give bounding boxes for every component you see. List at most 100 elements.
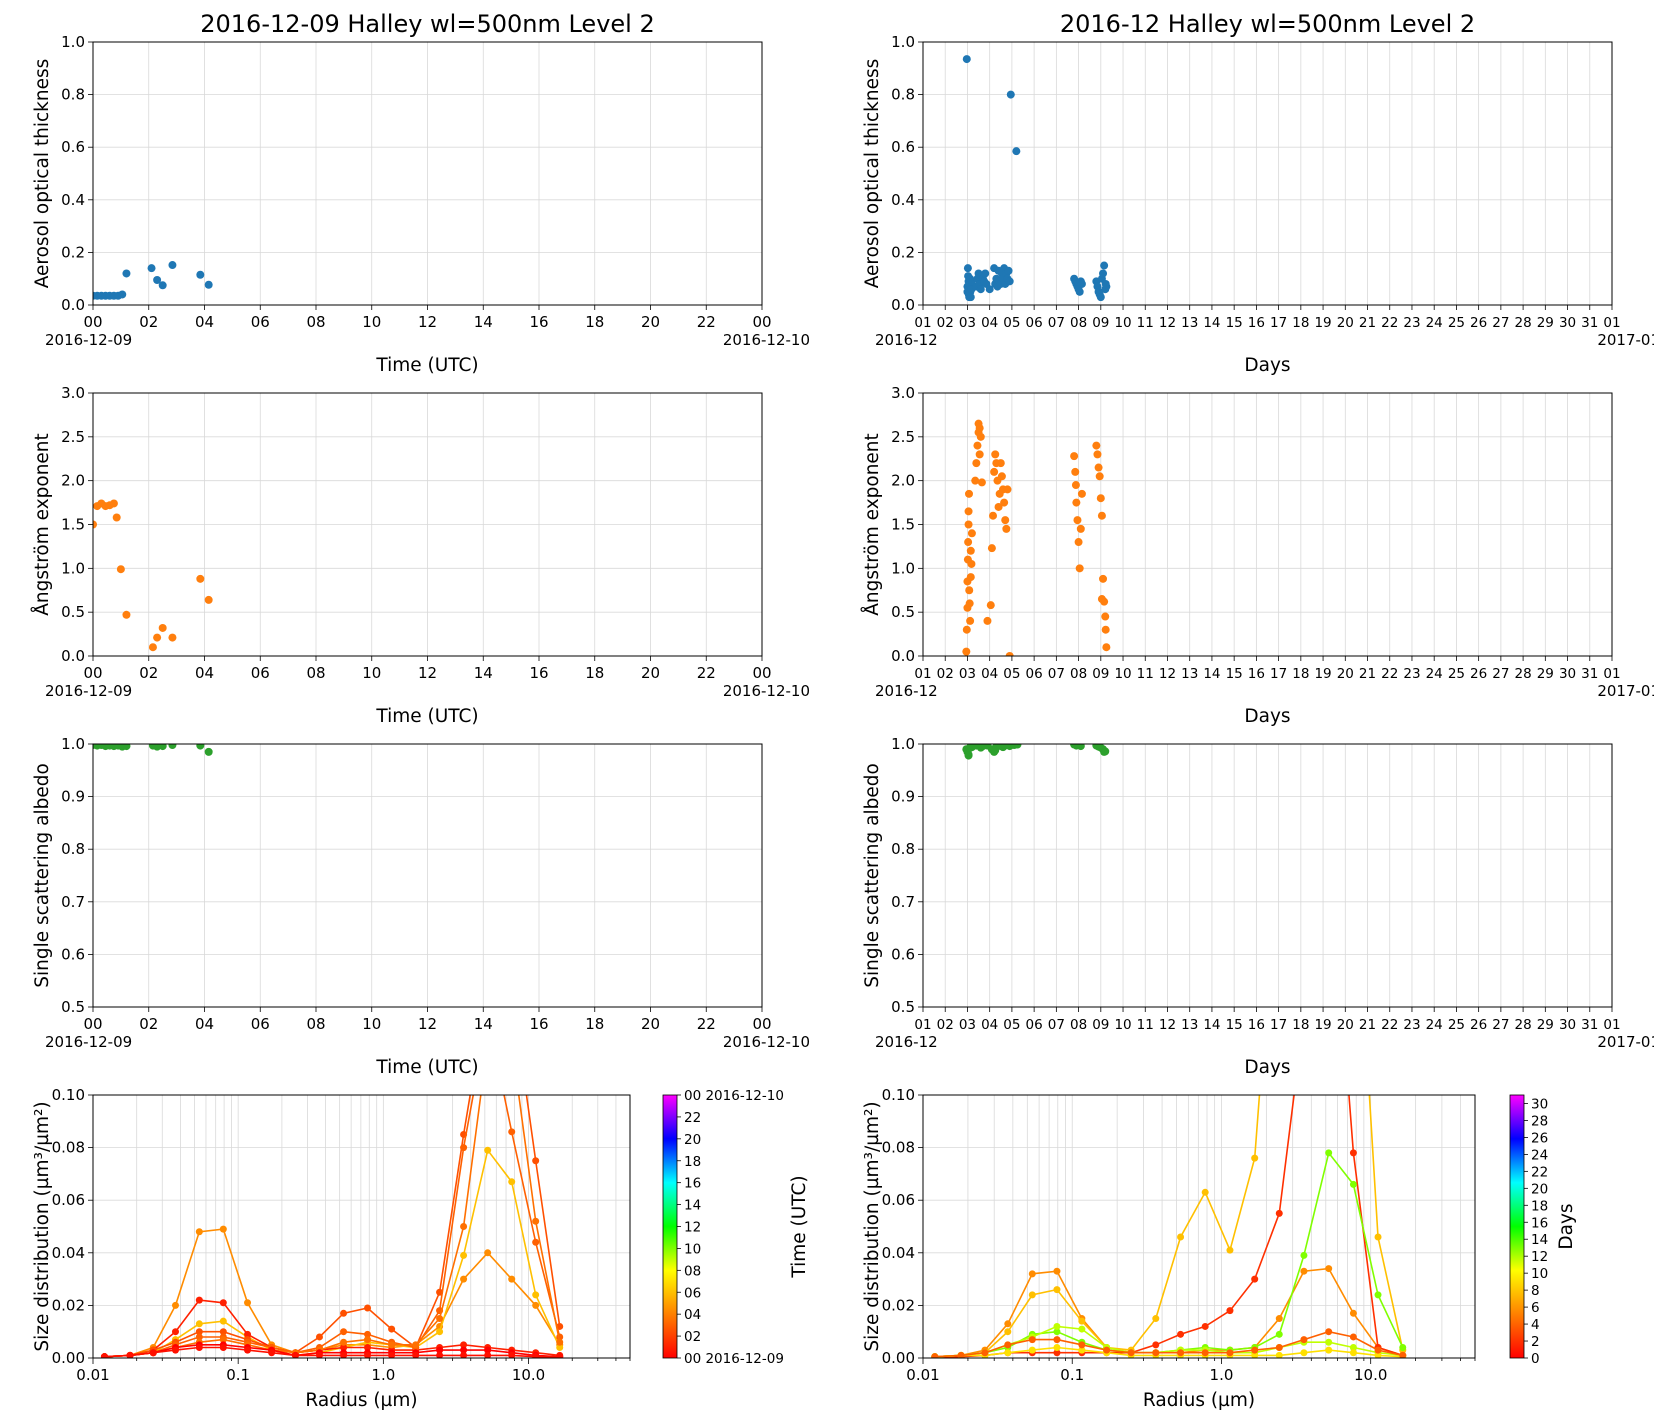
chart-title: 2016-12 Halley wl=500nm Level 2 — [1060, 10, 1475, 38]
colorbar-tick-label: 24 — [1531, 1147, 1548, 1163]
series-point — [1177, 1349, 1185, 1357]
colorbar-tick-label: 04 — [684, 1307, 701, 1323]
x-tick-label: 07 — [1048, 666, 1065, 682]
colorbar-right-psd: 024681012141618202224262830Days — [1509, 1094, 1577, 1367]
y-tick-label: 0.9 — [61, 788, 85, 806]
x-tick-label: 21 — [1359, 666, 1376, 682]
data-point — [990, 467, 999, 476]
series-point — [1399, 1343, 1407, 1351]
colorbar-bar — [1509, 1094, 1525, 1359]
x-tick-label: 01 — [914, 1017, 931, 1033]
data-point — [1071, 467, 1080, 476]
data-point — [976, 432, 985, 441]
x-tick-label: 02 — [937, 315, 954, 331]
series-point — [1152, 1315, 1160, 1323]
data-point — [1096, 494, 1105, 503]
x-tick-label: 08 — [306, 664, 325, 682]
x-tick-label: 29 — [1537, 666, 1554, 682]
colorbar-tick-label: 06 — [684, 1285, 701, 1301]
colorbar-tick-label: 14 — [684, 1198, 701, 1214]
data-point — [1074, 538, 1083, 547]
x-tick-label: 10.0 — [1354, 1366, 1387, 1384]
x-tick-label: 10 — [362, 664, 381, 682]
series-point — [436, 1328, 444, 1336]
series-point — [195, 1343, 203, 1351]
series-point — [244, 1299, 252, 1307]
x-tick-label: 23 — [1403, 666, 1420, 682]
data-point — [991, 746, 1000, 755]
x-tick-label: 11 — [1137, 666, 1154, 682]
x-tick-label: 30 — [1559, 1017, 1576, 1033]
y-tick-label: 0.0 — [891, 647, 915, 665]
x-tick-label: 13 — [1181, 666, 1198, 682]
x-tick-label: 15 — [1226, 666, 1243, 682]
x-tick-label: 10 — [362, 1015, 381, 1033]
y-axis-label: Ångström exponent — [31, 433, 53, 616]
data-point — [966, 546, 975, 555]
series-point — [1349, 1309, 1357, 1317]
series-point — [1251, 1154, 1259, 1162]
x-tick-label: 12 — [418, 664, 437, 682]
colorbar-label: Days — [1556, 1203, 1577, 1249]
x-tick-label: 27 — [1492, 666, 1509, 682]
data-point — [1096, 293, 1105, 302]
series-point — [532, 1301, 540, 1309]
x-tick-label: 07 — [1048, 1017, 1065, 1033]
data-point — [1073, 516, 1082, 525]
x-tick-label: 20 — [1337, 315, 1354, 331]
data-point — [1005, 277, 1014, 286]
x-tick-label: 25 — [1448, 315, 1465, 331]
data-point — [964, 751, 973, 760]
series-point — [219, 1225, 227, 1233]
series-point — [484, 1039, 491, 1046]
series-point — [1028, 1270, 1036, 1278]
y-tick-label: 0.5 — [61, 603, 85, 621]
panel-right-aot: 0.0 0.2 0.4 0.6 0.8 1.0 01 02 03 04 05 06 07 08 09 10 11… — [862, 10, 1654, 376]
x-axis-label: Days — [1244, 706, 1290, 727]
data-point — [973, 441, 982, 450]
x-tick-label: 14 — [474, 313, 493, 331]
x-tick-label: 08 — [306, 313, 325, 331]
y-tick-label: 0.4 — [61, 191, 85, 209]
data-point — [1100, 747, 1109, 756]
series-point — [508, 1275, 516, 1283]
panel-left-psd: 0.00 0.02 0.04 0.06 0.08 0.10 0.01 0.1 1.0 10.0 Ra… — [32, 1039, 810, 1411]
data-point — [1099, 269, 1108, 278]
x-tick-label: 17 — [1270, 1017, 1287, 1033]
series-point — [508, 1039, 515, 1046]
series-point — [1325, 1328, 1333, 1336]
x-axis-label: Radius (µm) — [305, 1390, 417, 1411]
y-tick-label: 0.8 — [891, 840, 915, 858]
x-tick-label: 20 — [641, 1015, 660, 1033]
x-tick-label: 21 — [1359, 315, 1376, 331]
chart-title: 2016-12-09 Halley wl=500nm Level 2 — [200, 10, 654, 38]
colorbar-left-psd: 00 2016-12-09 02 04 06 08 10 12 14 16 18 20 22 00 20… — [662, 1088, 810, 1367]
series-point — [460, 1275, 468, 1283]
marks-right-aot — [962, 55, 1111, 302]
y-tick-label: 1.5 — [891, 516, 915, 534]
series-point — [149, 1349, 157, 1357]
x-tick-label: 12 — [1159, 315, 1176, 331]
panel-right-ssa: 0.5 0.6 0.7 0.8 0.9 1.0 01 02 03 04 05 06 07 08 09 10 11… — [862, 735, 1654, 1078]
x-tick-label: 02 — [139, 664, 158, 682]
x-tick-label: 04 — [981, 1017, 998, 1033]
x-tick-label: 30 — [1559, 666, 1576, 682]
series-point — [1201, 1322, 1209, 1330]
series-point — [1028, 1336, 1036, 1344]
panel-right-psd: 0.00 0.02 0.04 0.06 0.08 0.10 0.01 0.1 1.0 10.0 Ra… — [862, 1086, 1577, 1411]
y-tick-label: 0.02 — [52, 1296, 85, 1314]
colorbar-tick-label: 2 — [1531, 1334, 1540, 1350]
y-tick-label: 2.5 — [891, 428, 915, 446]
x-tick-label: 10 — [362, 313, 381, 331]
grid-left-psd — [92, 1094, 631, 1359]
series-point — [1226, 1349, 1234, 1357]
x-tick-label: 18 — [1292, 1017, 1309, 1033]
colorbar-tick-label: 8 — [1531, 1283, 1540, 1299]
x-tick-label: 00 — [83, 664, 102, 682]
data-point — [1094, 463, 1103, 472]
y-axis-label: Ångström exponent — [861, 433, 883, 616]
data-point — [1077, 279, 1086, 288]
data-point — [1072, 498, 1081, 507]
x-tick-label: 02 — [139, 1015, 158, 1033]
x-start-date: 2016-12 — [875, 1033, 938, 1051]
